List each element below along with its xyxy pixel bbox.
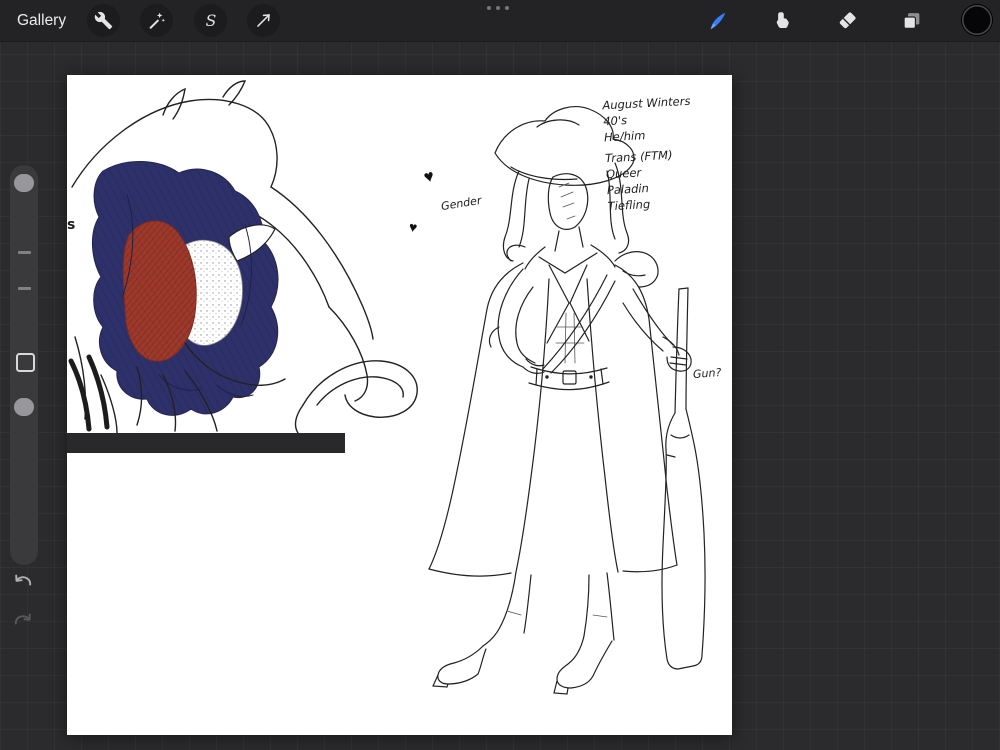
handle-dot — [496, 6, 500, 10]
eraser-icon — [839, 12, 856, 29]
dark-bar-shape — [67, 433, 345, 453]
eraser-tool-button[interactable] — [831, 4, 864, 37]
edge-letter: s — [67, 217, 76, 233]
handle-dot — [505, 6, 509, 10]
note-line: He/him — [603, 128, 646, 145]
redo-icon — [14, 613, 31, 625]
modify-button[interactable] — [16, 353, 35, 372]
slider-tick — [18, 287, 31, 290]
color-swatch-button[interactable] — [962, 5, 992, 35]
redo-button[interactable] — [11, 610, 35, 634]
layers-button[interactable] — [895, 4, 928, 37]
multitask-handle[interactable] — [487, 6, 509, 10]
gun-label: Gun? — [692, 366, 722, 381]
brush-opacity-slider[interactable] — [14, 398, 34, 416]
layers-icon — [903, 13, 920, 29]
svg-text:S: S — [205, 12, 216, 30]
adjustments-button[interactable] — [140, 4, 173, 37]
actions-button[interactable] — [87, 4, 120, 37]
undo-button[interactable] — [11, 571, 35, 595]
transform-arrow-icon — [257, 14, 270, 27]
sidebar-rail — [10, 165, 38, 565]
handle-dot — [487, 6, 491, 10]
brush-tool-button[interactable] — [701, 4, 734, 37]
procreate-window: Gallery S August Winters 40's He/him Tra… — [0, 0, 1000, 750]
selection-button[interactable]: S — [194, 4, 227, 37]
smudge-finger-icon — [776, 12, 789, 28]
gallery-button[interactable]: Gallery — [17, 0, 66, 41]
undo-icon — [15, 574, 32, 586]
brush-size-slider[interactable] — [14, 174, 34, 192]
smudge-tool-button[interactable] — [766, 4, 799, 37]
selection-s-icon: S — [205, 12, 216, 30]
paintbrush-icon — [710, 12, 725, 29]
magic-wand-icon — [149, 12, 165, 30]
slider-tick — [18, 251, 31, 254]
wrench-icon — [94, 11, 113, 30]
character-notes: August Winters 40's He/him Trans (FTM) Q… — [602, 93, 696, 214]
transform-button[interactable] — [247, 4, 280, 37]
bust-sketch — [68, 80, 418, 434]
drawing-canvas[interactable]: August Winters 40's He/him Trans (FTM) Q… — [67, 75, 732, 735]
